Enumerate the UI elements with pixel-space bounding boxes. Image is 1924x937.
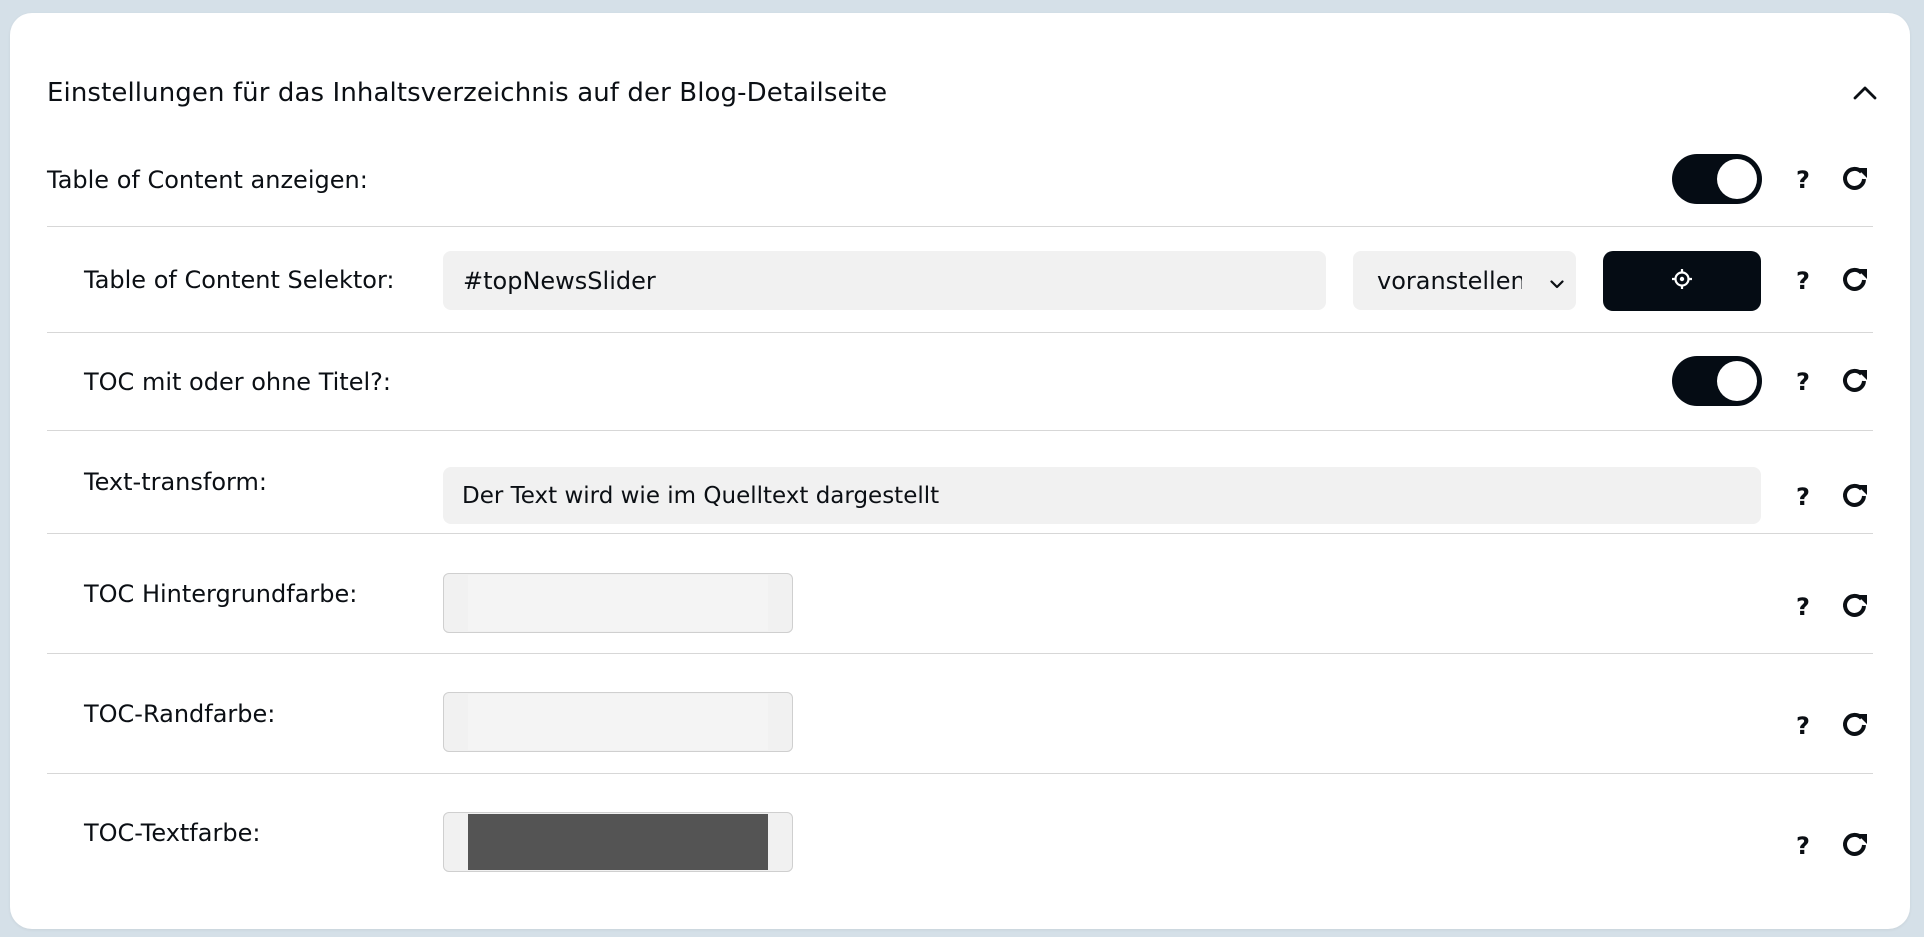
show-toc-toggle[interactable] (1672, 154, 1762, 204)
border-color-picker[interactable] (443, 692, 793, 752)
reset-icon[interactable] (1837, 363, 1873, 399)
with-title-label: TOC mit oder ohne Titel?: (84, 367, 391, 396)
section-title: Einstellungen für das Inhaltsverzeichnis… (47, 78, 888, 108)
show-toc-label: Table of Content anzeigen: (47, 165, 368, 194)
section-header[interactable]: Einstellungen für das Inhaltsverzeichnis… (47, 63, 1883, 123)
settings-card: Einstellungen für das Inhaltsverzeichnis… (10, 13, 1910, 929)
toggle-knob (1717, 361, 1757, 401)
chevron-down-icon (1550, 267, 1564, 295)
bg-color-label: TOC Hintergrundfarbe: (84, 579, 358, 608)
row-bg-color: TOC Hintergrundfarbe: ? (47, 534, 1873, 654)
row-show-toc: Table of Content anzeigen: ? (47, 133, 1873, 227)
reset-icon[interactable] (1837, 707, 1873, 743)
help-icon[interactable]: ? (1788, 263, 1818, 299)
text-color-picker[interactable] (443, 812, 793, 872)
text-color-swatch (468, 814, 768, 870)
row-text-transform: Text-transform: Der Text wird wie im Que… (47, 431, 1873, 534)
reset-icon[interactable] (1837, 262, 1873, 298)
help-icon[interactable]: ? (1788, 479, 1818, 515)
bg-color-picker[interactable] (443, 573, 793, 633)
reset-icon[interactable] (1837, 161, 1873, 197)
help-icon[interactable]: ? (1788, 162, 1818, 198)
crosshair-icon (1670, 267, 1694, 295)
row-selector: Table of Content Selektor: #topNewsSlide… (47, 227, 1873, 333)
help-icon[interactable]: ? (1788, 708, 1818, 744)
border-color-swatch (468, 694, 768, 750)
position-select[interactable]: voranstellen (1353, 251, 1576, 310)
help-icon[interactable]: ? (1788, 364, 1818, 400)
row-with-title: TOC mit oder ohne Titel?: ? (47, 333, 1873, 431)
text-color-label: TOC-Textfarbe: (84, 819, 261, 847)
bg-color-swatch (468, 575, 768, 631)
with-title-toggle[interactable] (1672, 356, 1762, 406)
element-picker-button[interactable] (1603, 251, 1761, 311)
selector-label: Table of Content Selektor: (84, 265, 395, 294)
row-border-color: TOC-Randfarbe: ? (47, 654, 1873, 774)
position-select-value: voranstellen (1377, 266, 1522, 295)
text-transform-select[interactable]: Der Text wird wie im Quelltext dargestel… (443, 467, 1761, 524)
toggle-knob (1717, 159, 1757, 199)
selector-input[interactable]: #topNewsSlider (443, 251, 1326, 310)
text-transform-label: Text-transform: (84, 468, 267, 496)
help-icon[interactable]: ? (1788, 828, 1818, 864)
reset-icon[interactable] (1837, 478, 1873, 514)
border-color-label: TOC-Randfarbe: (84, 699, 276, 728)
help-icon[interactable]: ? (1788, 589, 1818, 625)
chevron-up-icon[interactable] (1847, 75, 1883, 111)
reset-icon[interactable] (1837, 827, 1873, 863)
reset-icon[interactable] (1837, 588, 1873, 624)
row-text-color: TOC-Textfarbe: ? (47, 774, 1873, 892)
